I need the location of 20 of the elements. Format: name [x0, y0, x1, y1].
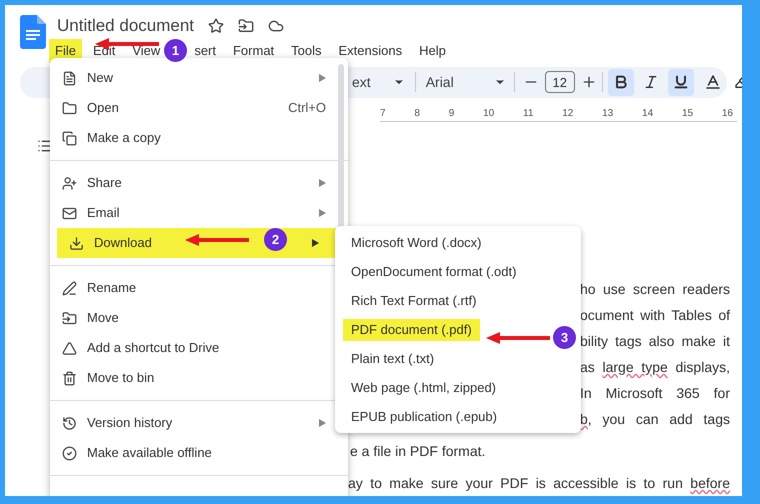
ruler-number: 8: [414, 107, 420, 121]
document-text-line: bility tags also make it: [580, 332, 730, 351]
shortcut-text: Ctrl+O: [288, 99, 326, 118]
document-text-line: ho use screen readers: [580, 280, 730, 299]
ruler-number: 14: [642, 107, 654, 121]
document-text-line: ay to make sure your PDF is accessible is to run before: [348, 474, 730, 493]
ruler-number: 9: [448, 107, 454, 121]
step-number: 1: [164, 39, 187, 62]
ruler-number: 16: [722, 107, 733, 121]
document-text-line: In Microsoft 365 for: [580, 384, 730, 403]
document-text-line: b, you can add tags: [580, 410, 730, 429]
ruler-number: 15: [682, 107, 694, 121]
document-text-line: as large type displays,: [580, 358, 730, 377]
ruler-number: 10: [483, 107, 494, 121]
ruler-number: 7: [380, 107, 386, 121]
ruler-number: 13: [602, 107, 614, 121]
ruler-number: 12: [562, 107, 574, 121]
ruler-number: 11: [523, 107, 534, 121]
document-text-line: ocument with Tables of: [580, 306, 730, 325]
document-text-line: e a file in PDF format.: [350, 442, 486, 461]
